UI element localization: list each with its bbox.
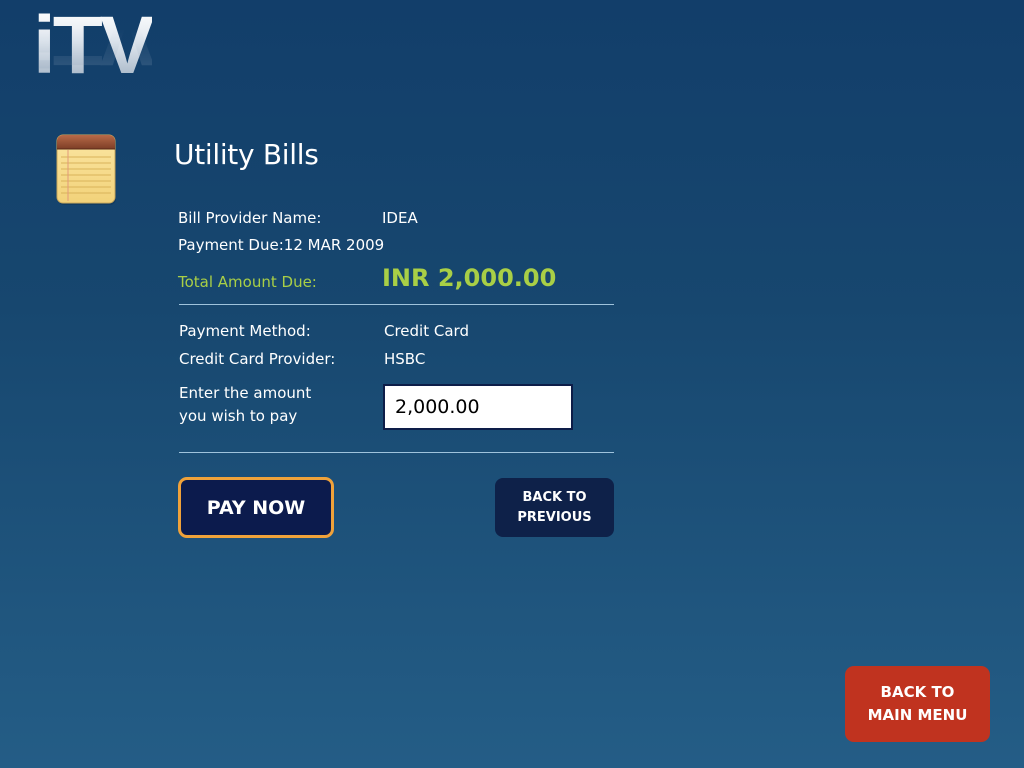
page-title: Utility Bills bbox=[174, 138, 319, 171]
bill-provider-value: IDEA bbox=[382, 209, 418, 227]
back-to-main-menu-button[interactable]: BACK TO MAIN MENU bbox=[845, 666, 990, 742]
credit-card-provider-label: Credit Card Provider: bbox=[179, 350, 336, 368]
credit-card-provider-value: HSBC bbox=[384, 350, 426, 368]
amount-input[interactable] bbox=[383, 384, 573, 430]
notepad-icon bbox=[55, 133, 119, 207]
logo-reflection: iTV bbox=[33, 0, 152, 82]
itv-logo: iTV iTV bbox=[33, 0, 158, 120]
section-divider bbox=[179, 452, 614, 453]
back-to-previous-button[interactable]: BACK TO PREVIOUS bbox=[495, 478, 614, 537]
amount-input-label: Enter the amount you wish to pay bbox=[179, 384, 312, 425]
payment-method-value: Credit Card bbox=[384, 322, 469, 340]
total-amount-value: INR 2,000.00 bbox=[382, 264, 557, 292]
total-amount-label: Total Amount Due: bbox=[178, 273, 317, 291]
pay-now-button[interactable]: PAY NOW bbox=[178, 477, 334, 538]
bill-provider-label: Bill Provider Name: bbox=[178, 209, 322, 227]
section-divider bbox=[179, 304, 614, 305]
payment-method-label: Payment Method: bbox=[179, 322, 311, 340]
payment-due: Payment Due:12 MAR 2009 bbox=[178, 236, 385, 254]
